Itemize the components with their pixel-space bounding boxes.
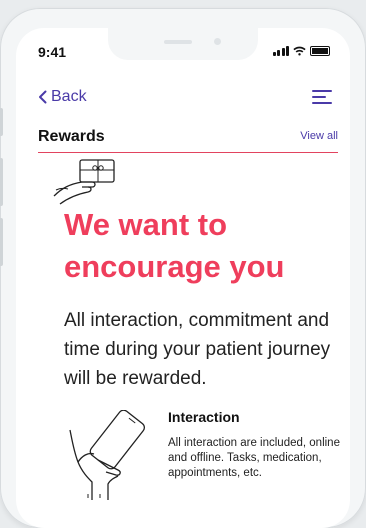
mute-switch [0,108,3,136]
view-all-link[interactable]: View all [300,130,338,142]
back-button[interactable]: Back [38,88,87,106]
battery-icon [310,46,330,56]
wifi-icon [293,46,306,56]
gift-card-hand-icon [53,159,115,205]
chevron-left-icon [39,90,47,104]
front-camera [214,38,221,45]
section-title: Rewards [38,128,105,145]
notch [108,28,258,60]
status-icons [272,46,330,56]
menu-icon[interactable] [312,88,332,106]
feature-description: All interaction are included, online and… [168,437,340,479]
back-label: Back [51,88,87,105]
rewards-header: Rewards View all [38,128,338,153]
app-screen: 9:41 Back Rewards View all We want to en… [16,28,350,528]
signal-icon [272,46,289,56]
headline: We want to encourage you [64,207,285,284]
status-time: 9:41 [38,44,67,60]
volume-down-button [0,218,3,266]
phone-frame: 9:41 Back Rewards View all We want to en… [0,8,366,528]
intro-text: All interaction, commitment and time dur… [64,310,331,389]
phone-hand-icon [69,410,145,500]
speaker [164,40,192,44]
volume-up-button [0,158,3,206]
feature-title: Interaction [168,409,240,425]
